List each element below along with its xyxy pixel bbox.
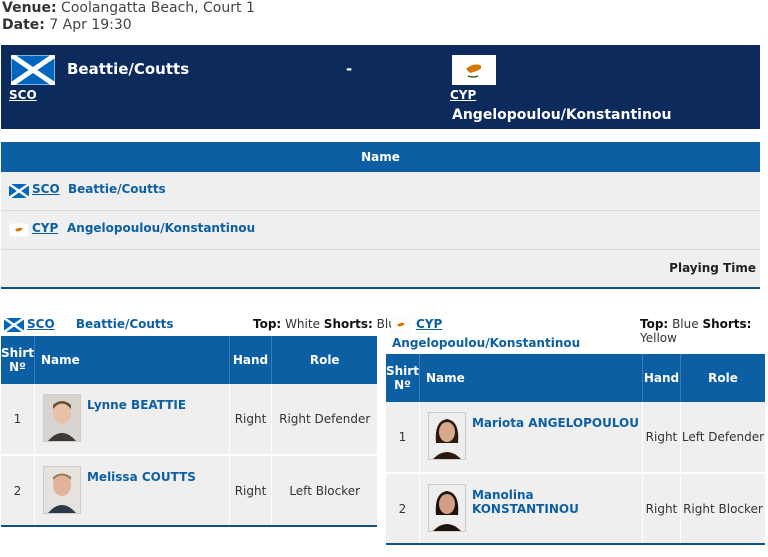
player-photo[interactable] [42,466,81,514]
roster1-team-label: SCO Beattie/Coutts [27,317,174,331]
roster2-top-value: Blue [672,317,699,331]
player-cell: Mariota ANGELOPOULOU [419,402,643,474]
roster1-shorts-label: Shorts: [323,317,373,331]
table-row: 2 Melissa COUTTS Right Left Blocker [1,455,377,527]
player-photo[interactable] [427,412,466,460]
player-hand: Right [642,402,681,474]
player-name[interactable]: Manolina KONSTANTINOU [472,488,642,516]
roster2-team-label: Angelopoulou/Konstantinou [392,336,580,350]
match-header: Beattie/Coutts SCO - CYP Angelopoulou/Ko… [1,45,760,129]
roster2-kit: Top: Blue Shorts: Yellow [640,317,768,345]
player-cell: Melissa COUTTS [34,455,230,527]
scotland-flag-icon [4,318,24,332]
col-name: Name [419,354,643,402]
col-name: Name [34,336,230,384]
player-hand: Right [229,455,273,527]
team2-code[interactable]: CYP [450,88,476,102]
roster1-team[interactable]: Beattie/Coutts [76,317,174,331]
venue-label: Venue: [2,0,57,16]
col-hand: Hand [229,336,273,384]
venue-value: Coolangatta Beach, Court 1 [61,0,255,16]
score-separator: - [346,60,353,78]
player-role: Right Blocker [680,473,765,545]
cyprus-flag-icon [391,318,411,332]
table-row: 1 Lynne BEATTIE Right Right Defender [1,384,377,456]
player-photo[interactable] [42,394,81,442]
summary-team-cyp[interactable]: Angelopoulou/Konstantinou [67,221,255,235]
summary-team-sco[interactable]: Beattie/Coutts [68,182,166,196]
player-cell: Lynne BEATTIE [34,384,230,456]
col-role: Role [271,336,377,384]
shirt-number: 2 [386,473,420,545]
cyprus-flag-icon [9,223,29,237]
roster1-kit: Top: White Shorts: Blue [253,317,403,331]
player-role: Left Blocker [271,455,377,527]
roster1-table: Shirt Nº Name Hand Role 1 Lynne BEATTIE … [1,336,377,527]
col-hand: Hand [642,354,681,402]
team2-name[interactable]: Angelopoulou/Konstantinou [452,107,672,123]
player-role: Right Defender [271,384,377,456]
shirt-number: 1 [386,402,420,474]
summary-code-cyp[interactable]: CYP [32,221,58,235]
cyprus-flag-icon [452,55,496,85]
player-hand: Right [642,473,681,545]
roster1-code[interactable]: SCO [27,317,55,331]
roster1-top-label: Top: [253,317,282,331]
table-row: 1 Mariota ANGELOPOULOU Right Left Defend… [386,402,765,474]
summary-code-sco[interactable]: SCO [32,182,60,196]
player-role: Left Defender [680,402,765,474]
roster2-team[interactable]: Angelopoulou/Konstantinou [392,336,580,350]
table-row: 2 Manolina KONSTANTINOU Right Right Bloc… [386,473,765,545]
roster2-shorts-value: Yellow [640,331,677,345]
shirt-number: 1 [1,384,35,456]
roster1-top-value: White [285,317,320,331]
team1-code[interactable]: SCO [9,88,37,102]
roster2-shorts-label: Shorts: [702,317,752,331]
shirt-number: 2 [1,455,35,527]
date-label: Date: [2,17,45,33]
player-name[interactable]: Lynne BEATTIE [87,398,186,412]
scotland-flag-icon [9,184,29,198]
playing-time-label: Playing Time [669,261,756,275]
team1-name[interactable]: Beattie/Coutts [67,60,189,78]
teams-summary-table: Name SCO Beattie/Coutts CYP Angelopoulou… [1,142,760,289]
date-value: 7 Apr 19:30 [49,17,132,33]
col-shirt: Shirt Nº [386,354,420,402]
player-hand: Right [229,384,273,456]
roster2-table: Shirt Nº Name Hand Role 1 Mariota ANGELO… [386,354,765,545]
player-cell: Manolina KONSTANTINOU [419,473,643,545]
summary-row-cyp: CYP Angelopoulou/Konstantinou [1,211,760,250]
summary-column-header: Name [1,142,760,172]
roster2-code[interactable]: CYP [416,317,442,331]
col-role: Role [680,354,765,402]
match-info: Venue: Coolangatta Beach, Court 1 Date: … [2,0,255,34]
player-name[interactable]: Mariota ANGELOPOULOU [472,416,639,430]
player-name[interactable]: Melissa COUTTS [87,470,196,484]
roster2-code-label: CYP [416,317,442,331]
summary-row-sco: SCO Beattie/Coutts [1,172,760,211]
scotland-flag-icon [11,55,55,85]
player-photo[interactable] [427,484,466,532]
col-shirt: Shirt Nº [1,336,35,384]
roster2-top-label: Top: [640,317,669,331]
